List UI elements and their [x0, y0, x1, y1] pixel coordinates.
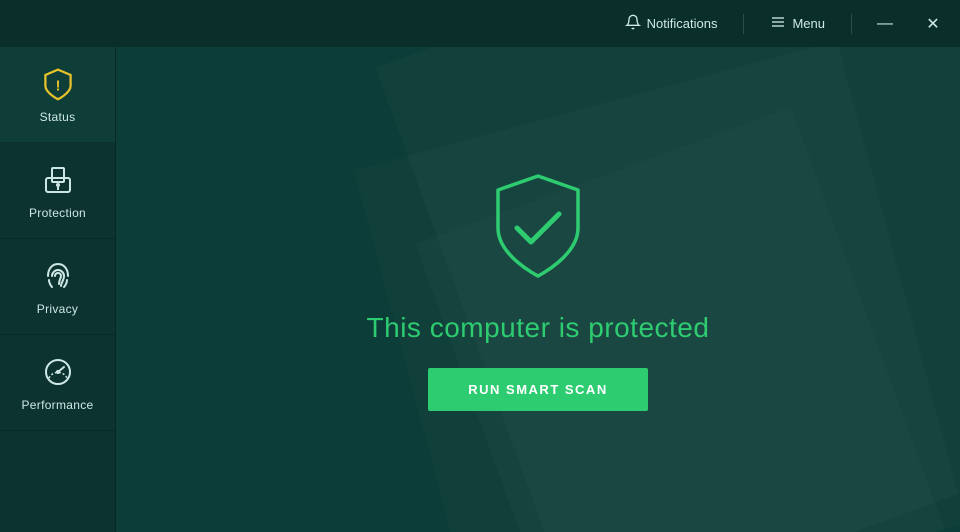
center-content: This computer is protected RUN SMART SCA…: [367, 168, 710, 411]
performance-icon: [40, 354, 76, 390]
main-layout: ! Status Protection: [0, 47, 960, 532]
sidebar: ! Status Protection: [0, 47, 116, 532]
bell-icon: [625, 14, 641, 33]
protection-icon: [40, 162, 76, 198]
menu-icon: [770, 14, 786, 33]
svg-text:!: !: [55, 78, 60, 94]
sidebar-performance-label: Performance: [22, 398, 94, 412]
sidebar-protection-label: Protection: [29, 206, 86, 220]
titlebar-actions: Notifications Menu — ✕: [617, 9, 948, 39]
sidebar-item-status[interactable]: ! Status: [0, 47, 115, 143]
privacy-icon: [40, 258, 76, 294]
status-icon: !: [40, 66, 76, 102]
sidebar-item-privacy[interactable]: Privacy: [0, 239, 115, 335]
protected-shield-icon: [483, 168, 593, 288]
sidebar-item-performance[interactable]: Performance: [0, 335, 115, 431]
minimize-button[interactable]: —: [870, 9, 900, 39]
close-button[interactable]: ✕: [918, 9, 948, 39]
titlebar: Notifications Menu — ✕: [0, 0, 960, 47]
notifications-label: Notifications: [647, 16, 718, 31]
notifications-button[interactable]: Notifications: [617, 10, 726, 37]
run-smart-scan-button[interactable]: RUN SMART SCAN: [428, 368, 647, 411]
titlebar-divider: [743, 14, 744, 34]
sidebar-item-protection[interactable]: Protection: [0, 143, 115, 239]
sidebar-status-label: Status: [40, 110, 76, 124]
menu-label: Menu: [792, 16, 825, 31]
sidebar-privacy-label: Privacy: [37, 302, 78, 316]
menu-button[interactable]: Menu: [762, 10, 833, 37]
status-message: This computer is protected: [367, 312, 710, 344]
content-area: This computer is protected RUN SMART SCA…: [116, 47, 960, 532]
titlebar-divider2: [851, 14, 852, 34]
